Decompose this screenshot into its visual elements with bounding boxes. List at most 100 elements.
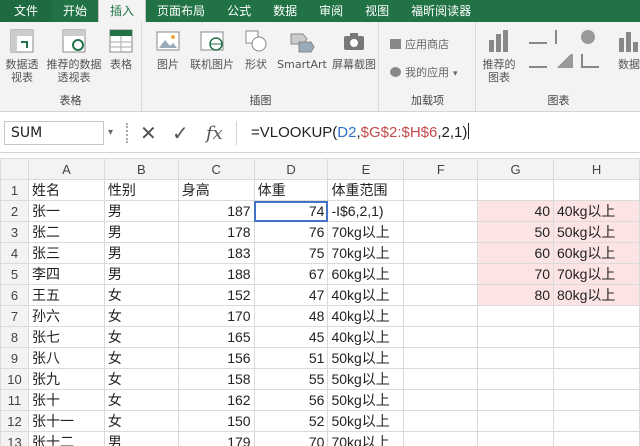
enter-icon[interactable]: ✓ [172,121,189,145]
lookup-range-cell[interactable]: 40 [477,200,555,222]
table-cell[interactable] [553,305,640,327]
table-cell[interactable]: 156 [177,347,255,369]
column-header[interactable]: F [403,158,479,180]
tab-review[interactable]: 审阅 [308,0,354,22]
table-cell[interactable]: 李四 [27,263,105,285]
table-cell[interactable]: 187 [177,200,255,222]
table-cell[interactable]: 女 [103,389,179,411]
table-cell[interactable] [477,410,555,432]
table-cell[interactable]: 152 [177,284,255,306]
table-cell[interactable] [477,368,555,390]
table-cell[interactable]: 张十二 [27,431,105,446]
table-cell[interactable]: 67 [253,263,329,285]
bar-chart-icon[interactable] [555,30,573,44]
table-cell[interactable]: 162 [177,389,255,411]
lookup-range-cell[interactable]: 50kg以上 [553,221,640,243]
tab-data[interactable]: 数据 [262,0,308,22]
lookup-range-cell[interactable]: 40kg以上 [553,200,640,222]
table-cell[interactable]: 170 [177,305,255,327]
table-cell[interactable] [403,221,479,243]
table-cell[interactable]: 身高 [177,179,255,201]
table-cell[interactable]: 47 [253,284,329,306]
screenshot-button[interactable]: 屏幕截图 [331,28,377,71]
row-header[interactable]: 5 [0,263,29,285]
column-chart-icon[interactable] [529,30,547,44]
scatter-chart-icon[interactable] [581,54,599,68]
online-picture-button[interactable]: 联机图片 [187,28,237,71]
table-cell[interactable]: 40kg以上 [327,326,405,348]
table-cell[interactable]: 女 [103,326,179,348]
table-cell[interactable]: 男 [103,431,179,446]
table-cell[interactable]: 178 [177,221,255,243]
lookup-range-cell[interactable]: 80 [477,284,555,306]
shapes-button[interactable]: 形状 [241,28,271,71]
table-cell[interactable]: 体重 [253,179,329,201]
table-cell[interactable]: 张十一 [27,410,105,432]
column-header[interactable]: B [103,158,179,180]
sheet-table[interactable]: A B C D E F G H 1 姓名 性别 身高 体重 体重范围 2 张一男 187 74 -I… [0,158,640,446]
tab-insert[interactable]: 插入 [98,0,147,22]
row-header[interactable]: 9 [0,347,29,369]
table-cell[interactable]: 男 [103,200,179,222]
table-cell[interactable] [553,410,640,432]
table-cell[interactable] [403,389,479,411]
column-header[interactable]: G [477,158,555,180]
table-cell[interactable]: 50kg以上 [327,389,405,411]
row-header-selected[interactable]: 2 [0,200,29,222]
column-header-selected[interactable]: E [327,158,405,180]
lookup-range-cell[interactable]: 70 [477,263,555,285]
table-cell[interactable] [553,179,640,201]
column-header[interactable]: H [553,158,640,180]
row-header[interactable]: 8 [0,326,29,348]
table-cell[interactable]: 188 [177,263,255,285]
table-cell[interactable] [403,284,479,306]
column-header[interactable]: A [27,158,105,180]
lookup-range-cell[interactable]: 60kg以上 [553,242,640,264]
table-cell[interactable]: 183 [177,242,255,264]
table-cell[interactable] [403,263,479,285]
row-header[interactable]: 13 [0,431,29,446]
row-header[interactable]: 6 [0,284,29,306]
table-cell[interactable]: 48 [253,305,329,327]
table-cell[interactable]: 70 [253,431,329,446]
table-cell[interactable]: 张七 [27,326,105,348]
select-all-corner[interactable] [0,158,29,180]
column-header[interactable]: C [177,158,255,180]
table-cell[interactable]: 158 [177,368,255,390]
table-cell[interactable]: 40kg以上 [327,305,405,327]
table-cell[interactable]: 56 [253,389,329,411]
row-header[interactable]: 4 [0,242,29,264]
recommended-pivot-button[interactable]: 推荐的数据透视表 [47,28,102,84]
worksheet-grid[interactable]: A B C D E F G H 1 姓名 性别 身高 体重 体重范围 2 张一男 187 74 -I… [0,158,640,446]
active-cell-e2[interactable]: -I$6,2,1) [327,200,405,222]
table-cell[interactable]: 王五 [27,284,105,306]
my-apps-button[interactable]: 我的应用 ▾ [390,64,458,80]
table-cell[interactable] [477,347,555,369]
lookup-range-cell[interactable]: 70kg以上 [553,263,640,285]
table-cell[interactable] [403,431,479,446]
table-cell[interactable]: 75 [253,242,329,264]
table-cell[interactable]: 男 [103,263,179,285]
table-cell[interactable] [403,347,479,369]
table-cell[interactable] [477,305,555,327]
table-cell[interactable] [553,347,640,369]
table-cell[interactable]: 女 [103,368,179,390]
recommended-charts-button[interactable]: 推荐的图表 [481,28,517,84]
lookup-range-cell[interactable]: 60 [477,242,555,264]
tab-page-layout[interactable]: 页面布局 [146,0,216,22]
table-cell[interactable]: 女 [103,410,179,432]
table-cell[interactable] [403,200,479,222]
table-cell[interactable]: 张二 [27,221,105,243]
pivot-chart-button[interactable]: 数据 [611,28,640,71]
table-cell[interactable]: 50kg以上 [327,368,405,390]
table-cell[interactable]: 女 [103,347,179,369]
column-header[interactable]: D [253,158,329,180]
table-cell[interactable]: 50kg以上 [327,347,405,369]
app-store-button[interactable]: 应用商店 [390,36,449,52]
table-cell[interactable]: 70kg以上 [327,221,405,243]
table-cell[interactable]: 55 [253,368,329,390]
table-cell[interactable]: 孙六 [27,305,105,327]
row-header[interactable]: 12 [0,410,29,432]
table-cell[interactable] [477,431,555,446]
table-cell[interactable] [553,368,640,390]
